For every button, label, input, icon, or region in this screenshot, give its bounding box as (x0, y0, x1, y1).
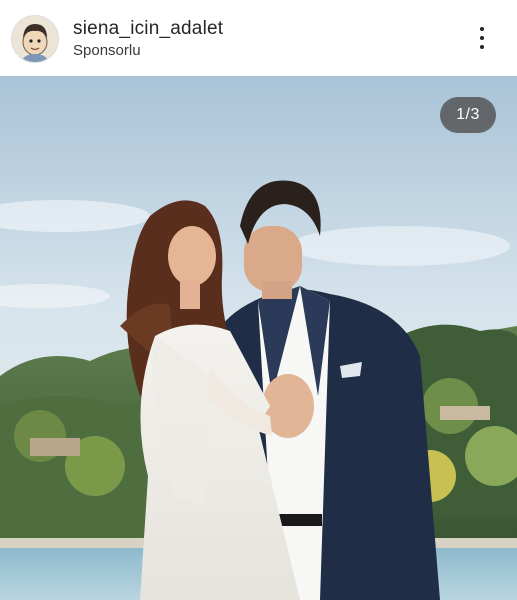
post-photo[interactable] (0, 76, 517, 600)
post-username[interactable]: siena_icin_adalet (73, 18, 223, 40)
post-header: siena_icin_adalet Sponsorlu (0, 0, 517, 76)
sponsored-label[interactable]: Sponsorlu (73, 42, 141, 59)
vertical-ellipsis-icon (480, 27, 484, 31)
carousel-counter: 1/3 (440, 97, 496, 133)
cartoon-boy-avatar-icon (12, 16, 58, 62)
more-options-button[interactable] (468, 22, 496, 54)
vertical-ellipsis-icon (480, 36, 484, 40)
vertical-ellipsis-icon (480, 45, 484, 49)
profile-avatar[interactable] (11, 15, 59, 63)
